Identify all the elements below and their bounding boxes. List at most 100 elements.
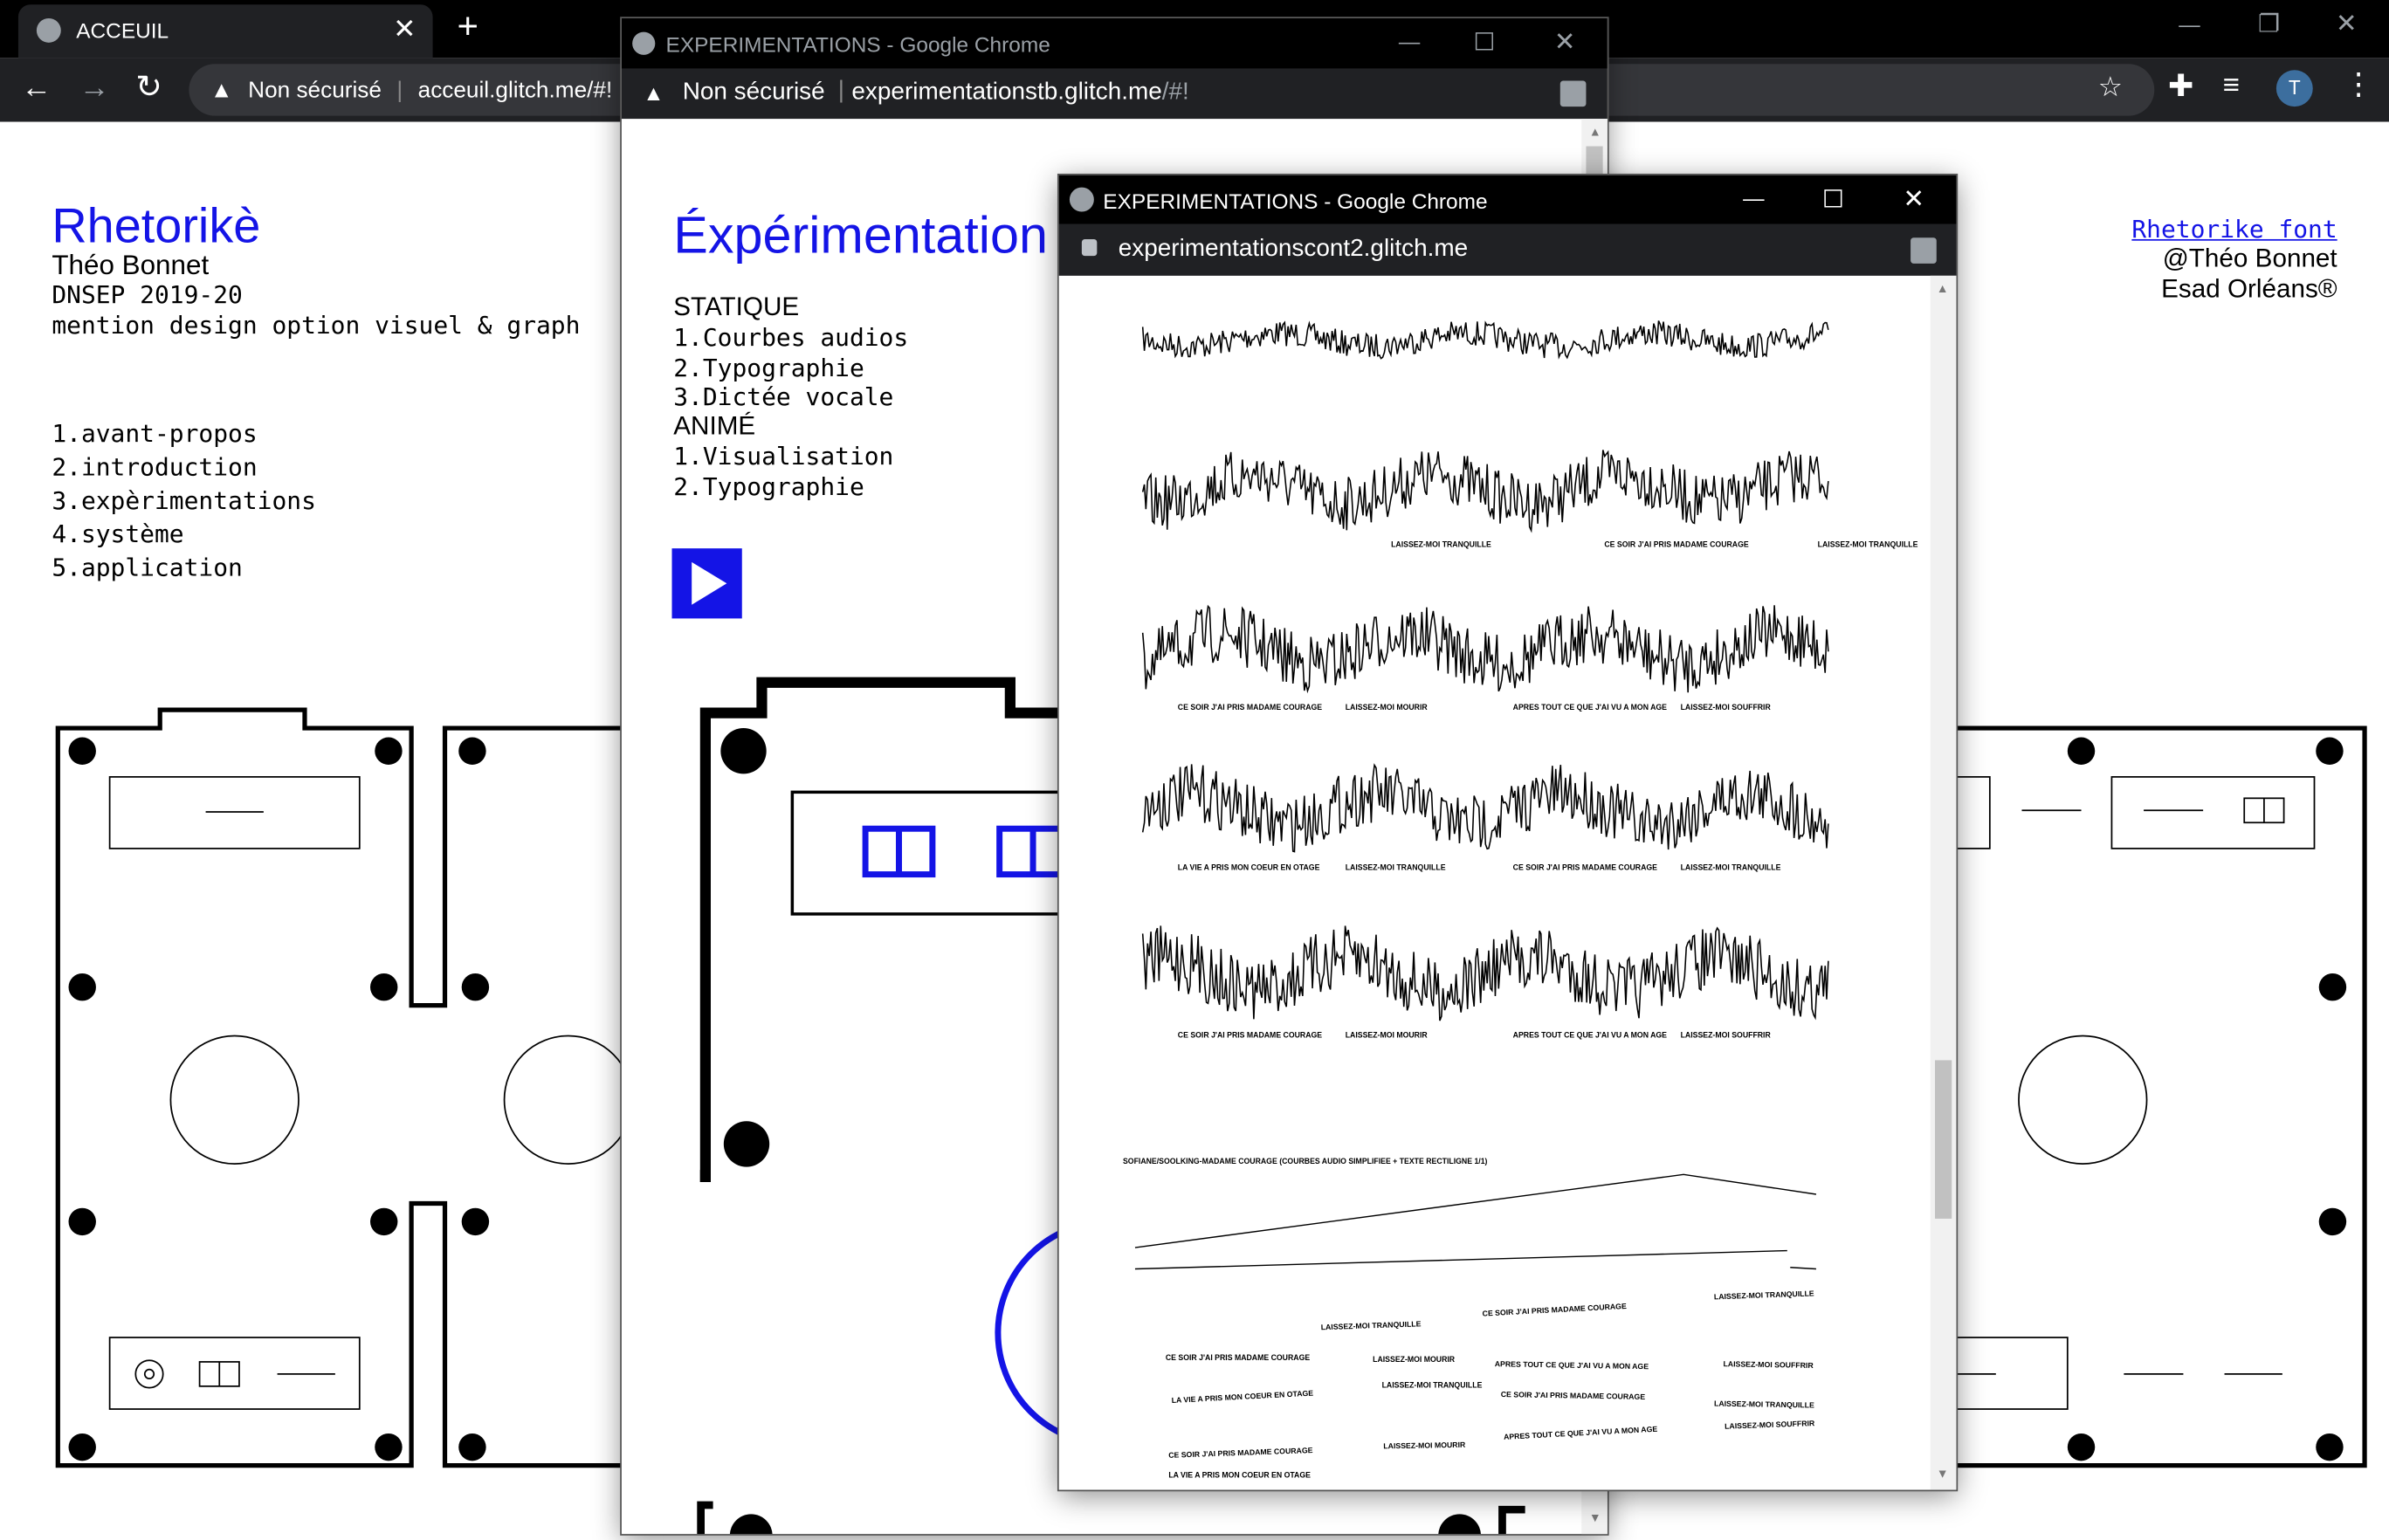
scatter-label: CE SOIR J'AI PRIS MADAME COURAGE — [1166, 1353, 1311, 1362]
screw-dot — [461, 1207, 490, 1236]
url-text: experimentationstb.glitch.me/#! — [851, 79, 1189, 106]
play-button[interactable] — [671, 548, 742, 619]
extensions-icon[interactable]: ✚ — [2168, 72, 2193, 102]
translate-icon[interactable] — [1911, 237, 1937, 264]
screw-dot — [461, 973, 490, 1001]
animated-item[interactable]: 1.Visualisation — [673, 442, 893, 471]
close-window-icon[interactable]: ✕ — [1554, 27, 1576, 58]
nav-item[interactable]: 5.application — [52, 553, 316, 586]
page-waveforms: LAISSEZ-MOI TRANQUILLE CE SOIR J'AI PRIS … — [1059, 276, 1931, 1490]
waveform-label: CE SOIR J'AI PRIS MADAME COURAGE — [1178, 1030, 1323, 1039]
site-title[interactable]: Rhetorikè — [52, 198, 260, 255]
scatter-label: LA VIE A PRIS MON COEUR EN OTAGE — [1168, 1471, 1311, 1480]
close-icon[interactable]: ✕ — [393, 14, 416, 46]
security-label: Non sécurisé — [682, 79, 825, 106]
menu-icon[interactable]: ⋮ — [2344, 70, 2374, 100]
animated-heading: ANIMÉ — [673, 411, 756, 441]
mention: mention design option visuel & graph — [52, 310, 581, 340]
scatter-label: LA VIE A PRIS MON COEUR EN OTAGE — [1171, 1389, 1313, 1406]
plus-icon[interactable]: + — [457, 6, 478, 49]
font-link[interactable]: Rhetorike font — [2131, 215, 2337, 244]
screw-dot — [68, 737, 96, 765]
reload-icon[interactable]: ↻ — [135, 72, 162, 104]
nav-item[interactable]: 1.avant-propos — [52, 419, 316, 452]
globe-icon — [1069, 187, 1094, 212]
avatar[interactable]: T — [2275, 70, 2313, 107]
figure-caption: SOFIANE/SOOLKING-MADAME COURAGE (COURBES… — [1123, 1157, 1488, 1165]
translate-icon[interactable] — [1559, 80, 1587, 107]
animated-list: 1.Visualisation 2.Typographie — [673, 442, 893, 501]
waveform-label: LAISSEZ-MOI TRANQUILLE — [1818, 540, 1918, 548]
tab-acceuil[interactable]: ACCEUIL ✕ — [17, 4, 433, 58]
screw-dot — [370, 1207, 398, 1236]
window-title: EXPERIMENTATIONS - Google Chrome — [1103, 189, 1488, 214]
play-icon — [692, 561, 727, 605]
url-text: acceuil.glitch.me/#! — [417, 77, 613, 103]
waveform-label: CE SOIR J'AI PRIS MADAME COURAGE — [1513, 863, 1658, 871]
nav-item[interactable]: 3.expèrimentations — [52, 486, 316, 519]
security-label: Non sécurisé — [248, 77, 382, 103]
screw-dot — [68, 973, 96, 1001]
minimize-icon[interactable]: — — [2179, 12, 2200, 37]
static-item[interactable]: 2.Typographie — [673, 353, 908, 382]
static-item[interactable]: 3.Dictée vocale — [673, 382, 908, 412]
nav-list: 1.avant-propos 2.introduction 3.expèrime… — [52, 419, 316, 587]
nav-item[interactable]: 4.système — [52, 519, 316, 553]
waveform-label: CE SOIR J'AI PRIS MADAME COURAGE — [1178, 703, 1323, 712]
waveform-line — [1141, 925, 1829, 1021]
minimize-icon[interactable]: — — [1743, 186, 1764, 210]
scrollbar[interactable]: ▲ ▼ — [1930, 275, 1957, 1490]
page-title: Éxpérimentation — [673, 207, 1048, 265]
scrollbar-thumb[interactable] — [1935, 1060, 1952, 1219]
waveform-label: LAISSEZ-MOI MOURIR — [1346, 1030, 1429, 1039]
waveform-line — [1141, 604, 1829, 694]
scatter-label: LAISSEZ-MOI TRANQUILLE — [1321, 1319, 1422, 1331]
minimize-icon[interactable]: — — [1399, 29, 1420, 53]
waveform-line — [1141, 320, 1829, 360]
address-bar[interactable]: experimentationscont2.glitch.me — [1058, 223, 1957, 276]
lock-icon — [1081, 238, 1098, 257]
degree: DNSEP 2019-20 — [52, 280, 243, 310]
scatter-label: LAISSEZ-MOI TRANQUILLE — [1382, 1381, 1483, 1390]
window-experimentations-2: EXPERIMENTATIONS - Google Chrome — ☐ ✕ e… — [1058, 175, 1957, 1490]
forward-icon[interactable]: → — [79, 73, 110, 104]
waveform-label: LAISSEZ-MOI MOURIR — [1346, 703, 1429, 712]
globe-icon — [36, 17, 61, 43]
address-bar[interactable]: ▲ Non sécurisé | experimentationstb.glit… — [621, 68, 1608, 120]
waveform-label: APRES TOUT CE QUE J'AI VU A MON AGE — [1513, 703, 1667, 712]
static-item[interactable]: 1.Courbes audios — [673, 323, 908, 353]
maximize-icon[interactable]: ☐ — [1822, 184, 1844, 215]
nav-item[interactable]: 2.introduction — [52, 452, 316, 485]
school: Esad Orléans® — [2161, 274, 2337, 304]
static-heading: STATIQUE — [673, 292, 800, 322]
animated-item[interactable]: 2.Typographie — [673, 471, 893, 501]
close-window-icon[interactable]: ✕ — [1903, 184, 1924, 215]
restore-icon[interactable]: ❐ — [2258, 9, 2280, 39]
media-icon[interactable]: ≡ — [2223, 72, 2240, 100]
waveform-canvas: LAISSEZ-MOI TRANQUILLE CE SOIR J'AI PRIS … — [1123, 320, 1918, 1480]
screw-dot — [458, 1433, 486, 1461]
static-list: 1.Courbes audios 2.Typographie 3.Dictée … — [673, 323, 908, 412]
credit: @Théo Bonnet — [2162, 244, 2337, 273]
author-name: Théo Bonnet — [52, 250, 210, 281]
maximize-icon[interactable]: ☐ — [1473, 27, 1495, 58]
screw-dot — [375, 1433, 403, 1461]
scatter-label: LAISSEZ-MOI SOUFFRIR — [1723, 1359, 1814, 1370]
scatter-label: LAISSEZ-MOI MOURIR — [1373, 1355, 1456, 1364]
warning-icon: ▲ — [643, 80, 664, 106]
scatter-label: LAISSEZ-MOI MOURIR — [1383, 1440, 1466, 1451]
star-icon[interactable]: ☆ — [2098, 73, 2123, 100]
screw-dot — [68, 1207, 96, 1236]
scatter-label: LAISSEZ-MOI SOUFFRIR — [1725, 1419, 1815, 1431]
screw-dot — [68, 1433, 96, 1461]
warning-icon: ▲ — [210, 77, 233, 103]
waveform-line — [1141, 763, 1829, 853]
url-text: experimentationscont2.glitch.me — [1118, 236, 1469, 263]
device-diagram-left — [55, 707, 634, 1468]
window-titlebar: EXPERIMENTATIONS - Google Chrome — ☐ ✕ — [1058, 175, 1957, 224]
waveform-label: LAISSEZ-MOI SOUFFRIR — [1681, 703, 1772, 712]
tab-title: ACCEUIL — [76, 17, 169, 43]
close-window-icon[interactable]: ✕ — [2336, 9, 2358, 39]
back-icon[interactable]: ← — [21, 73, 52, 104]
waveform-label: CE SOIR J'AI PRIS MADAME COURAGE — [1604, 540, 1749, 548]
